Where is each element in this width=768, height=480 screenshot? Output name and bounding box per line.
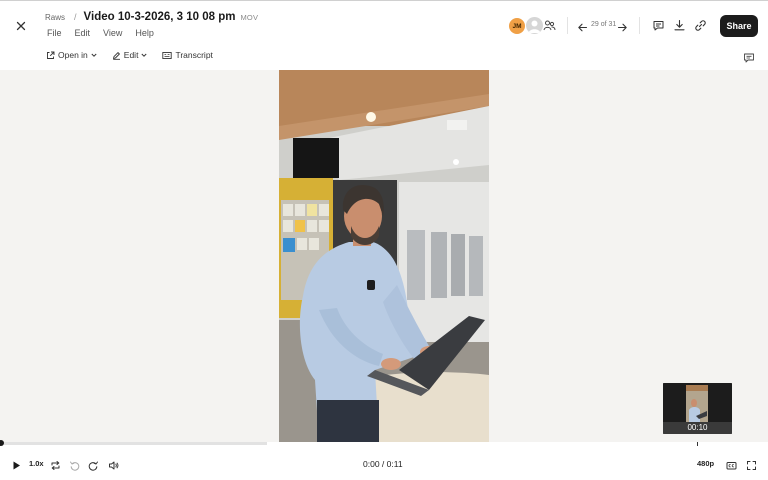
video-frame[interactable]	[279, 70, 489, 442]
sub-toolbar: Open in Edit Transcript	[46, 50, 224, 60]
time-separator: /	[381, 459, 385, 469]
scrub-preview: 00:10	[663, 383, 732, 434]
transcript-icon	[162, 51, 173, 59]
breadcrumb-separator: /	[74, 12, 77, 22]
transcript-button[interactable]: Transcript	[162, 50, 213, 60]
captions-icon[interactable]	[726, 458, 737, 470]
seek-bar[interactable]	[0, 440, 267, 446]
chevron-down-icon	[141, 53, 147, 57]
link-icon[interactable]	[694, 19, 707, 32]
file-type-badge: MOV	[240, 13, 259, 22]
menu-edit[interactable]: Edit	[75, 28, 91, 38]
avatar[interactable]: JM	[509, 18, 525, 34]
download-icon[interactable]	[673, 19, 686, 32]
arrow-left-icon[interactable]	[577, 20, 588, 32]
seek-handle[interactable]	[0, 440, 4, 446]
menu-view[interactable]: View	[103, 28, 122, 38]
comments-panel-icon[interactable]	[743, 51, 755, 63]
volume-icon[interactable]	[108, 458, 119, 470]
fullscreen-icon[interactable]	[746, 458, 757, 470]
pencil-icon	[112, 51, 120, 60]
playback-speed-button[interactable]: 1.0x	[29, 459, 44, 468]
breadcrumb: Raws / Video 10-3-2026, 3 10 08 pm MOV	[45, 11, 258, 23]
file-title[interactable]: Video 10-3-2026, 3 10 08 pm	[84, 11, 236, 23]
player-controls: 1.0x 0:00 / 0:11 480p	[0, 440, 768, 480]
timecode: 0:00 / 0:11	[363, 459, 403, 469]
video-still	[279, 70, 489, 442]
quality-button[interactable]: 480p	[697, 459, 714, 468]
open-in-button[interactable]: Open in	[46, 50, 101, 60]
transcript-label: Transcript	[175, 50, 213, 60]
duration: 0:11	[386, 459, 403, 469]
comment-icon[interactable]	[652, 19, 665, 32]
preview-timestamp: 00:10	[663, 422, 732, 434]
item-counter: 29 of 31	[591, 21, 617, 28]
header: Raws / Video 10-3-2026, 3 10 08 pm MOV F…	[0, 1, 768, 70]
preview-frame	[663, 383, 732, 422]
menu-file[interactable]: File	[47, 28, 62, 38]
avatar-placeholder[interactable]	[526, 17, 543, 34]
breadcrumb-parent[interactable]: Raws	[45, 13, 65, 22]
divider	[567, 17, 568, 34]
share-button[interactable]: Share	[720, 15, 758, 37]
forward-icon[interactable]	[88, 458, 99, 471]
chevron-down-icon	[91, 53, 97, 57]
edit-label: Edit	[123, 50, 139, 60]
open-in-label: Open in	[58, 50, 88, 60]
menu-bar: File Edit View Help	[47, 28, 167, 38]
play-icon[interactable]	[11, 458, 22, 470]
scrub-position-marker	[697, 442, 698, 446]
menu-help[interactable]: Help	[135, 28, 154, 38]
arrow-right-icon[interactable]	[617, 20, 628, 32]
edit-button[interactable]: Edit	[112, 50, 152, 60]
close-icon[interactable]	[13, 18, 29, 34]
external-link-icon	[47, 51, 55, 59]
video-stage: 00:10	[0, 70, 768, 442]
loop-icon[interactable]	[50, 458, 61, 470]
current-time: 0:00	[363, 459, 380, 469]
divider	[639, 17, 640, 34]
rewind-icon[interactable]	[69, 458, 80, 471]
people-icon[interactable]	[543, 19, 556, 32]
